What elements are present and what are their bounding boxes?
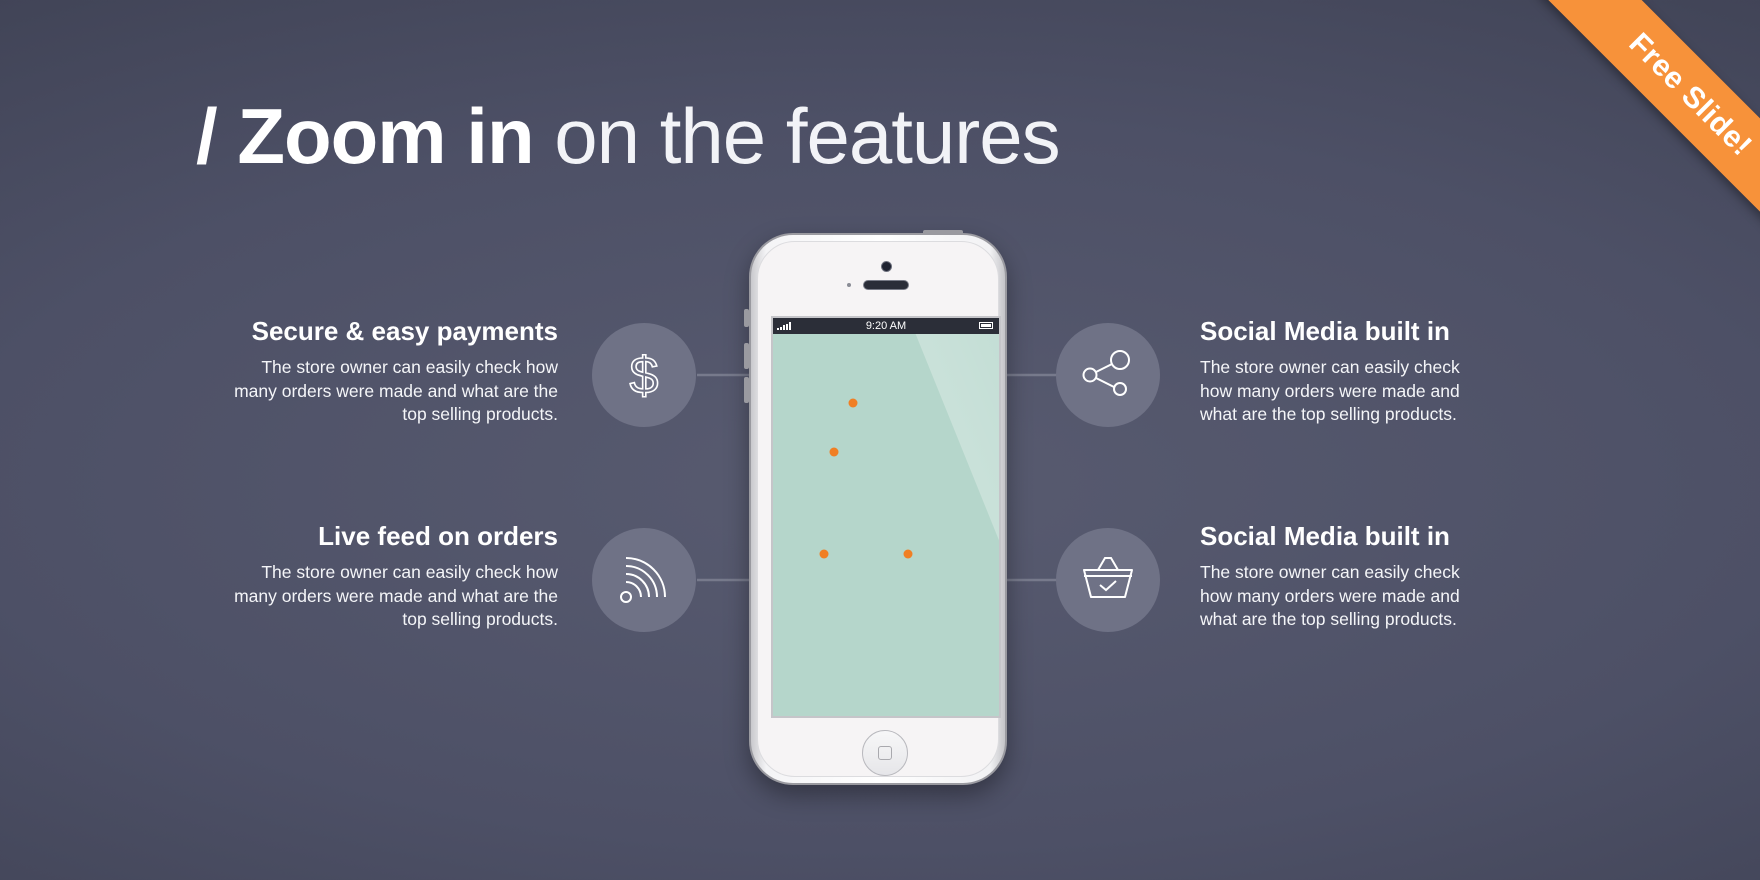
payments-icon-circle: $ xyxy=(592,323,696,427)
slide: / Zoom in on the features Free Slide! 9:… xyxy=(0,0,1760,880)
phone-face: 9:20 AM xyxy=(757,241,1001,777)
basket-check-icon xyxy=(1083,557,1133,598)
status-bar: 9:20 AM xyxy=(773,318,999,334)
power-button xyxy=(923,230,963,234)
title-bold: / Zoom in xyxy=(196,92,535,180)
basket-icon-circle xyxy=(1056,528,1160,632)
slide-title: / Zoom in on the features xyxy=(196,88,1061,184)
feature-title: Secure & easy payments xyxy=(251,316,558,346)
feature-description: The store owner can easily check how man… xyxy=(1200,357,1460,424)
front-camera xyxy=(881,261,892,272)
dollar-icon: $ xyxy=(629,346,660,405)
feature-description: The store owner can easily check how man… xyxy=(234,357,558,424)
feature-live-feed: Live feed on orders The store owner can … xyxy=(218,519,558,632)
volume-down-button xyxy=(744,377,749,403)
volume-up-button xyxy=(744,343,749,369)
social-icon-circle xyxy=(1056,323,1160,427)
battery-icon xyxy=(979,322,993,329)
feature-secure-payments: Secure & easy payments The store owner c… xyxy=(218,314,558,427)
feature-description: The store owner can easily check how man… xyxy=(234,562,558,629)
phone-mockup: 9:20 AM xyxy=(744,230,1007,785)
share-icon xyxy=(1082,350,1130,396)
rss-feed-icon xyxy=(620,557,666,603)
signal-icon xyxy=(777,322,791,330)
ribbon-label: Free Slide! xyxy=(1622,26,1759,163)
phone-screen: 9:20 AM xyxy=(771,316,1001,718)
live-feed-icon-circle xyxy=(592,528,696,632)
home-button[interactable] xyxy=(862,730,908,776)
feature-description: The store owner can easily check how man… xyxy=(1200,562,1460,629)
free-slide-ribbon: Free Slide! xyxy=(1539,0,1760,246)
feature-title: Social Media built in xyxy=(1200,316,1450,346)
mute-switch xyxy=(744,309,749,327)
status-time: 9:20 AM xyxy=(865,320,907,332)
home-square-icon xyxy=(878,746,892,760)
title-light: on the features xyxy=(533,92,1060,180)
feature-social-media-top: Social Media built in The store owner ca… xyxy=(1200,314,1540,427)
feature-social-media-bottom: Social Media built in The store owner ca… xyxy=(1200,519,1540,632)
feature-title: Social Media built in xyxy=(1200,521,1450,551)
svg-text:$: $ xyxy=(630,347,659,405)
feature-title: Live feed on orders xyxy=(318,521,558,551)
proximity-sensor xyxy=(847,283,851,287)
earpiece-speaker xyxy=(863,280,909,290)
screen-glare xyxy=(893,318,999,716)
